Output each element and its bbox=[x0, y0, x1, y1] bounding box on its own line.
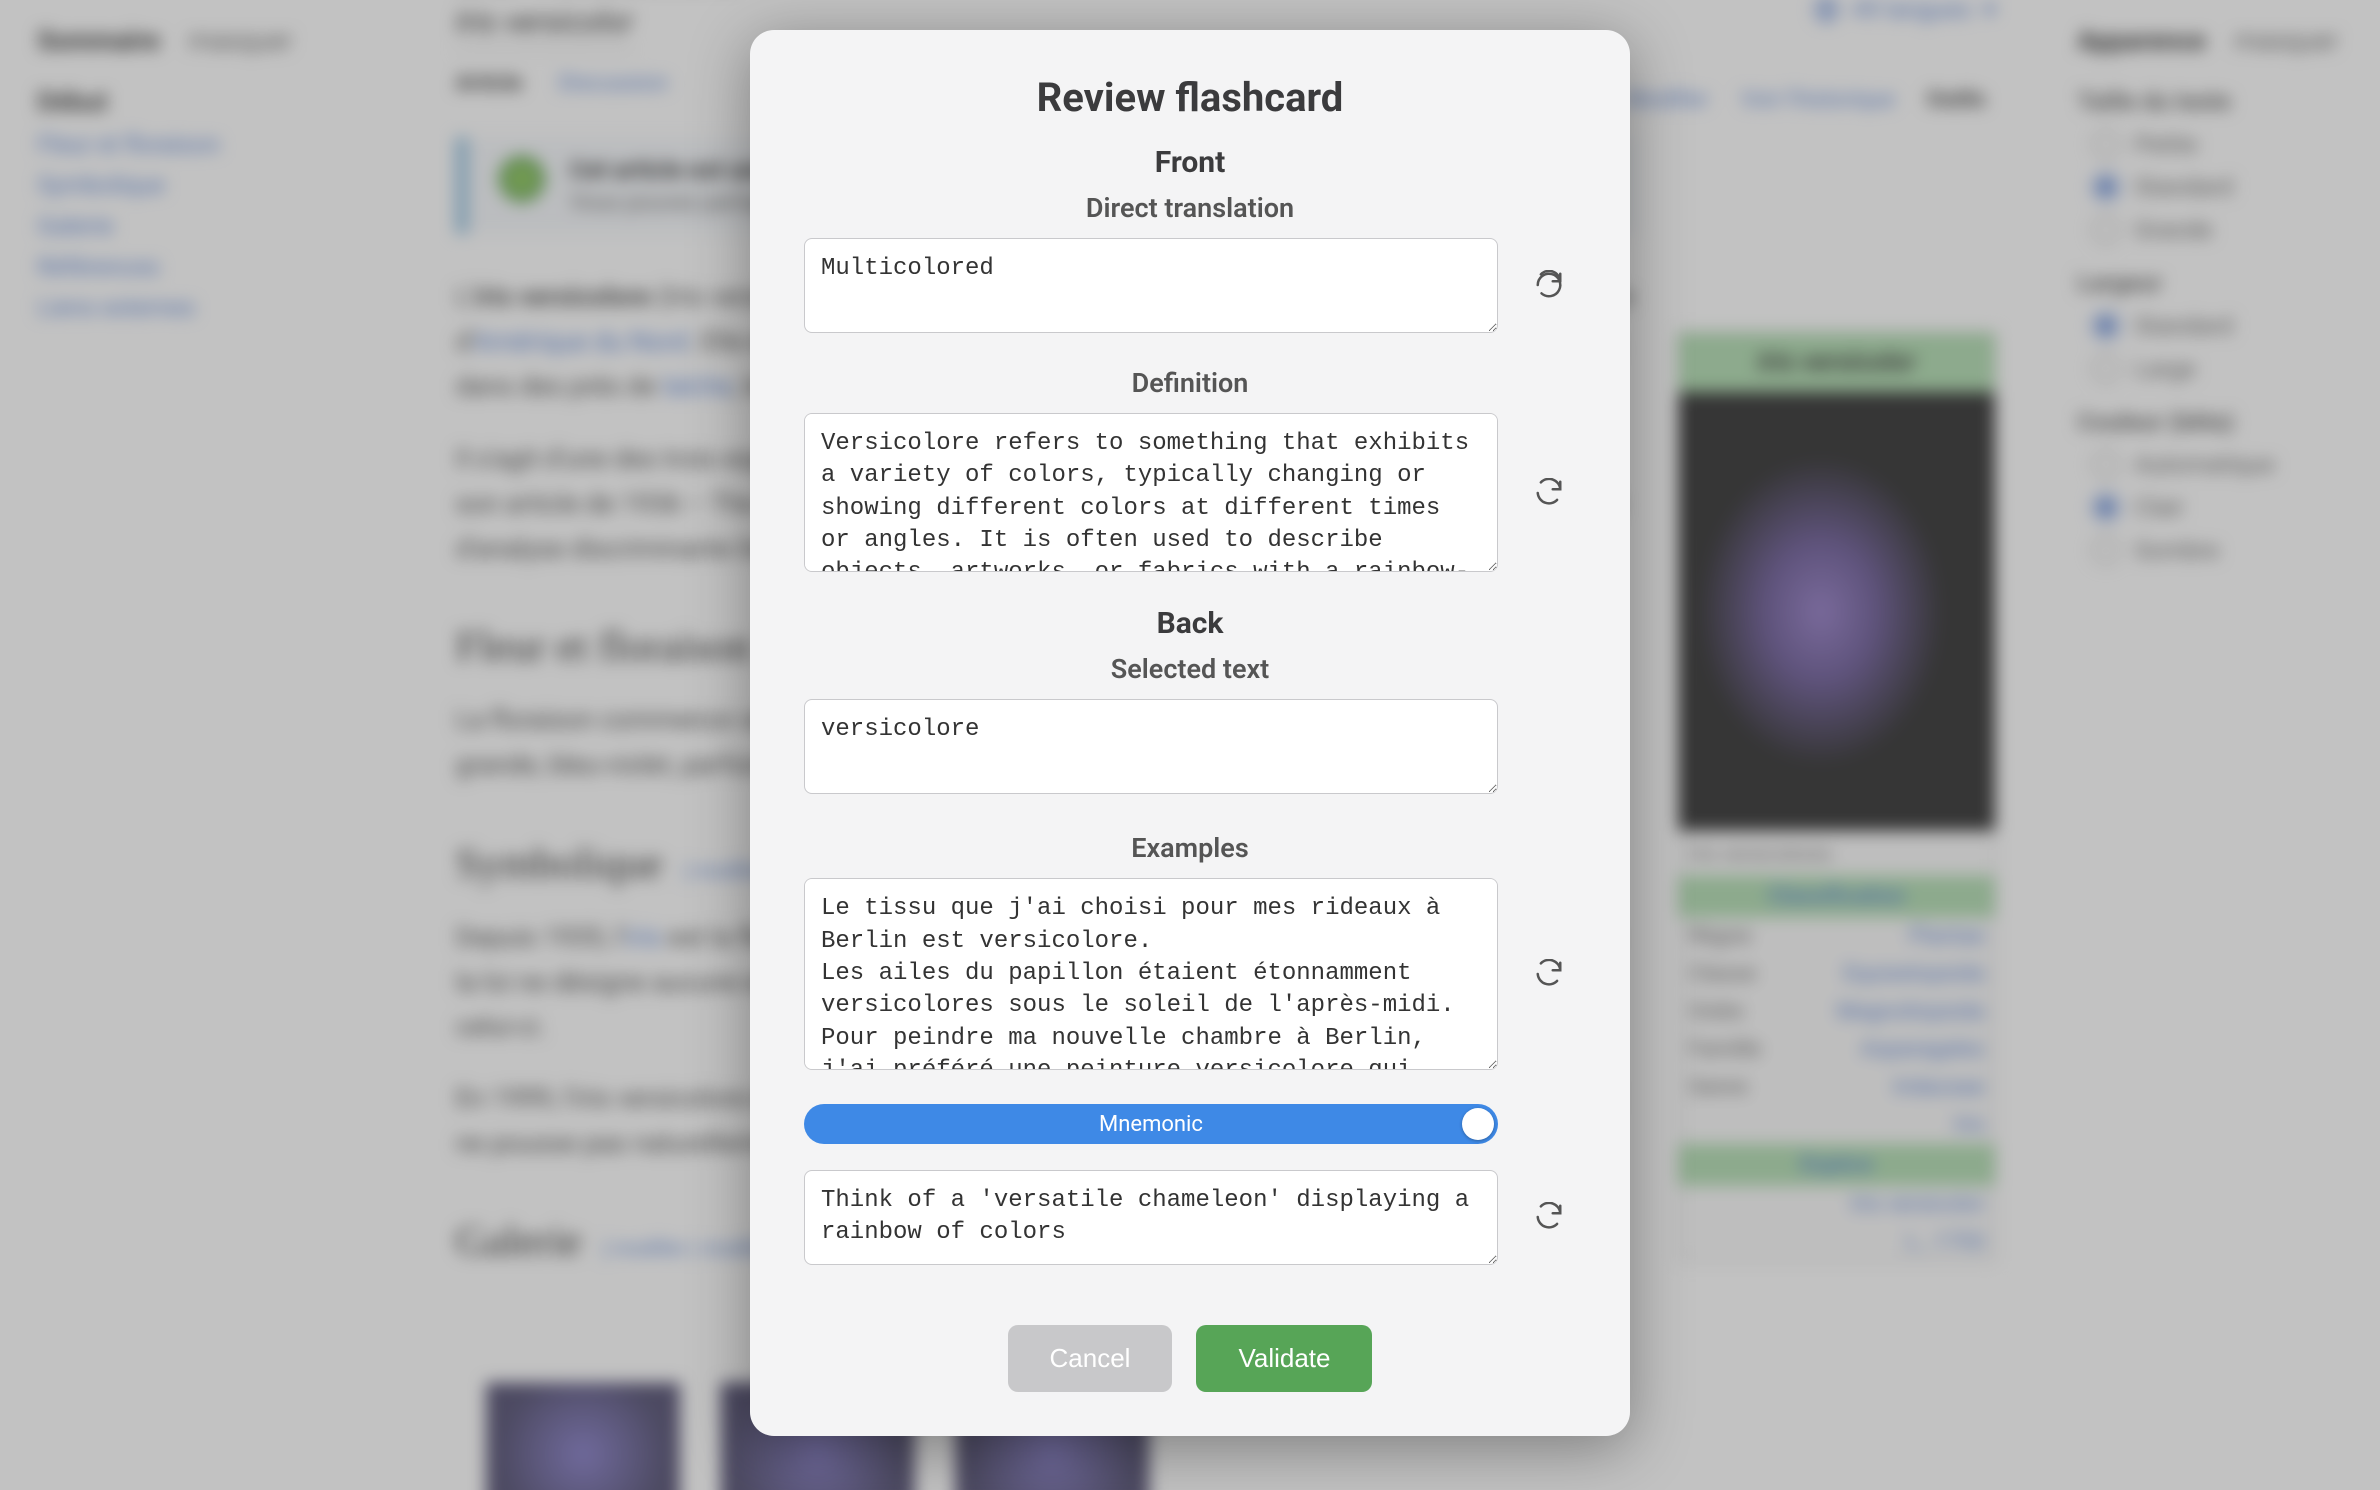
regenerate-translation-button[interactable] bbox=[1522, 270, 1576, 300]
regenerate-mnemonic-button[interactable] bbox=[1522, 1202, 1576, 1232]
selected-text-input[interactable] bbox=[804, 699, 1498, 794]
refresh-icon bbox=[1534, 1202, 1564, 1232]
examples-input[interactable] bbox=[804, 878, 1498, 1070]
regenerate-definition-button[interactable] bbox=[1522, 478, 1576, 508]
refresh-icon bbox=[1534, 270, 1564, 300]
examples-label: Examples bbox=[804, 832, 1576, 864]
front-heading: Front bbox=[804, 145, 1576, 180]
selected-text-label: Selected text bbox=[804, 653, 1576, 685]
mnemonic-toggle[interactable]: Mnemonic bbox=[804, 1104, 1498, 1144]
cancel-button[interactable]: Cancel bbox=[1008, 1325, 1173, 1392]
mnemonic-input[interactable] bbox=[804, 1170, 1498, 1265]
direct-translation-input[interactable] bbox=[804, 238, 1498, 333]
definition-label: Definition bbox=[804, 367, 1576, 399]
refresh-icon bbox=[1534, 959, 1564, 989]
review-flashcard-modal: Review flashcard Front Direct translatio… bbox=[750, 30, 1630, 1436]
back-heading: Back bbox=[804, 606, 1576, 641]
validate-button[interactable]: Validate bbox=[1196, 1325, 1372, 1392]
direct-translation-label: Direct translation bbox=[804, 192, 1576, 224]
toggle-knob bbox=[1462, 1108, 1494, 1140]
refresh-icon bbox=[1534, 478, 1564, 508]
modal-title: Review flashcard bbox=[804, 74, 1576, 121]
mnemonic-toggle-label: Mnemonic bbox=[1099, 1112, 1203, 1137]
definition-input[interactable] bbox=[804, 413, 1498, 573]
regenerate-examples-button[interactable] bbox=[1522, 959, 1576, 989]
